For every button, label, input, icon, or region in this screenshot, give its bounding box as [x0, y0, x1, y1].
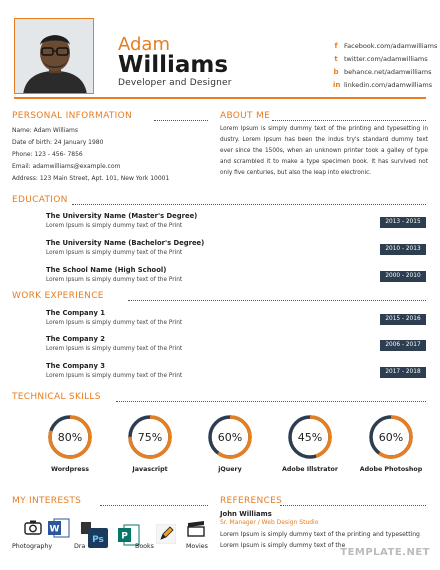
interest-label: Movies: [186, 543, 208, 550]
social-facebook[interactable]: f Facebook.com/adamwilliams: [333, 42, 437, 50]
education-item-desc: Lorem Ipsum is simply dummy text of the …: [46, 250, 183, 256]
svg-text:Ps: Ps: [92, 535, 104, 545]
personal-email[interactable]: Email: adamwilliams@example.com: [12, 162, 120, 172]
job-title: Developer and Designer: [118, 78, 232, 88]
interest-label: Photography: [12, 543, 53, 550]
work-heading: WORK EXPERIENCE: [12, 291, 104, 301]
reference-text-line: Lorem Ipsum is simply dummy text of the …: [220, 531, 420, 538]
personal-phone: Phone: 123 - 456- 7856: [12, 151, 83, 158]
work-year-badge: 2015 - 2016: [380, 314, 426, 325]
personal-info-divider: [154, 120, 208, 121]
work-year-badge: 2006 - 2017: [380, 340, 426, 351]
social-behance-text: behance.net/adamwilliams: [344, 68, 432, 76]
interest-label: Dra: [74, 543, 86, 550]
skill-label: Javascript: [132, 466, 168, 473]
education-item-title: The School Name (High School): [46, 266, 167, 274]
about-divider: [272, 120, 426, 121]
education-divider: [72, 204, 426, 205]
skill-percent-label: 75%: [138, 431, 162, 444]
work-year-badge: 2017 - 2018: [380, 367, 426, 378]
last-name: Williams: [118, 52, 229, 78]
social-twitter-text: twitter.com/adamwilliams: [344, 55, 428, 63]
linkedin-icon: in: [333, 81, 341, 89]
education-year-badge: 2000 - 2010: [380, 271, 426, 282]
interests-divider: [100, 505, 208, 506]
work-item-title: The Company 1: [46, 309, 106, 317]
pencil-icon: [156, 524, 176, 544]
social-facebook-text: Facebook.com/adamwilliams: [344, 42, 438, 50]
skill-label: Adobe Illstrator: [282, 466, 338, 473]
education-year-badge: 2010 - 2013: [380, 244, 426, 255]
work-item-desc: Lorem Ipsum is simply dummy text of the …: [46, 346, 183, 352]
movie-clapper-icon: [187, 521, 205, 537]
work-item-title: The Company 3: [46, 362, 106, 370]
work-item-title: The Company 2: [46, 335, 106, 343]
social-linkedin-text: linkedin.com/adamwilliams: [344, 81, 433, 89]
photoshop-icon: Ps: [88, 528, 108, 548]
references-heading: REFERENCES: [220, 496, 283, 506]
skill-label: Wordpress: [50, 466, 90, 473]
word-icon: W: [48, 518, 70, 538]
avatar-photo-icon: [15, 19, 93, 93]
skill-percent-label: 60%: [218, 431, 242, 444]
profile-photo: [14, 18, 94, 94]
reference-role: Sr. Manager / Web Design Studio: [220, 519, 319, 526]
twitter-icon: t: [334, 55, 338, 63]
about-text: Lorem Ipsum is simply dummy text of the …: [220, 126, 428, 176]
skill-percent-label: 60%: [379, 431, 403, 444]
work-item-desc: Lorem Ipsum is simply dummy text of the …: [46, 373, 183, 379]
education-item-desc: Lorem Ipsum is simply dummy text of the …: [46, 277, 183, 283]
personal-dob: Date of birth: 24 January 1980: [12, 139, 104, 146]
personal-address: Address: 123 Main Street, Apt. 101, New …: [12, 175, 170, 182]
facebook-icon: f: [334, 42, 338, 50]
template-watermark: TEMPLATE.NET: [340, 547, 430, 558]
reference-text-line: Lorem Ipsum is simply dummy text of the: [220, 542, 346, 549]
camera-icon: [24, 520, 42, 535]
reference-name: John Williams: [220, 510, 272, 518]
behance-icon: b: [333, 68, 339, 76]
education-item-title: The University Name (Bachelor's Degree): [46, 239, 205, 247]
header-divider: [14, 97, 426, 99]
personal-name: Name: Adam Williams: [12, 127, 78, 134]
education-year-badge: 2013 - 2015: [380, 217, 426, 228]
skill-percent-label: 45%: [298, 431, 322, 444]
social-behance[interactable]: b behance.net/adamwilliams: [333, 68, 432, 76]
social-twitter[interactable]: t twitter.com/adamwilliams: [333, 55, 428, 63]
references-divider: [280, 505, 426, 506]
work-divider: [128, 300, 426, 301]
interests-heading: MY INTERESTS: [12, 496, 82, 506]
svg-text:W: W: [50, 525, 60, 535]
education-heading: EDUCATION: [12, 195, 68, 205]
personal-info-heading: PERSONAL INFORMATION: [12, 111, 133, 121]
skill-label: Adobe Photoshop: [359, 466, 423, 473]
about-heading: ABOUT ME: [220, 111, 271, 121]
education-item-desc: Lorem Ipsum is simply dummy text of the …: [46, 223, 183, 229]
social-linkedin[interactable]: in linkedin.com/adamwilliams: [333, 81, 432, 89]
skill-percent-label: 80%: [58, 431, 82, 444]
work-item-desc: Lorem Ipsum is simply dummy text of the …: [46, 320, 183, 326]
education-item-title: The University Name (Master's Degree): [46, 212, 198, 220]
interest-label: Books: [135, 543, 154, 550]
svg-text:P: P: [121, 532, 128, 542]
skill-label: jQuery: [218, 466, 242, 473]
